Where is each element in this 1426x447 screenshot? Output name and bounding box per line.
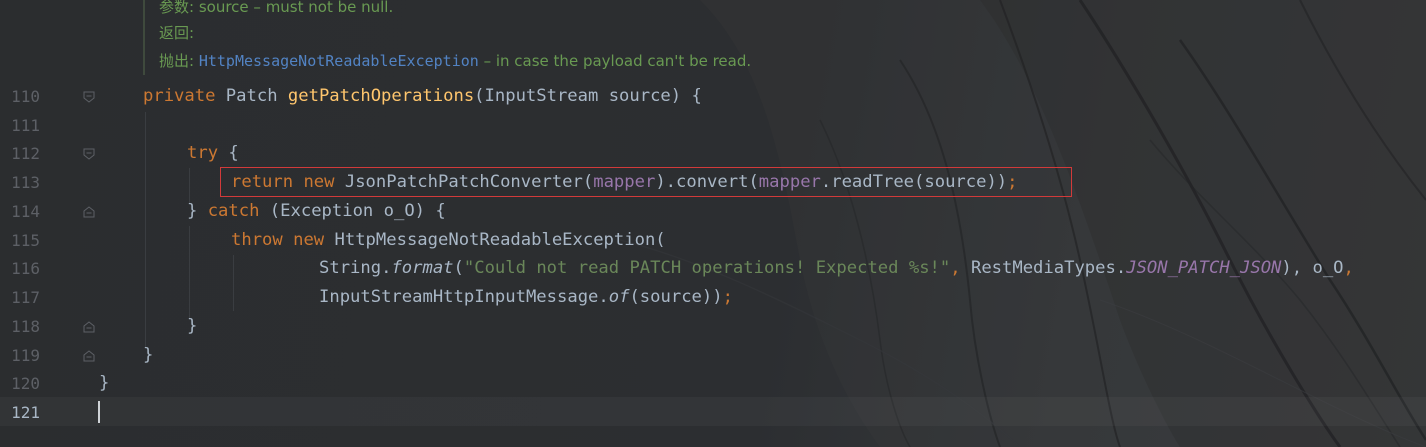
line-number: 111 [11,116,40,135]
catch-clause: (Exception o_O) { [259,201,446,221]
code-line-119[interactable]: } [143,345,153,365]
indent-guide [189,168,190,204]
doc-throws-line: 抛出: HttpMessageNotReadableException – in… [159,52,751,70]
line-number: 119 [11,346,40,365]
method-signature: (InputStream source) { [474,86,702,106]
code-line-120[interactable]: } [99,373,109,393]
line-number-current: 121 [11,403,40,422]
indent-guide [233,255,234,311]
line-number-gutter[interactable]: 110 111 112 113 114 115 116 117 118 119 … [0,0,100,447]
brace: { [218,143,239,163]
text-caret [98,401,100,423]
method-name: getPatchOperations [287,86,475,106]
code-line-115[interactable]: throw new HttpMessageNotReadableExceptio… [231,230,666,250]
line-number: 116 [11,259,40,278]
constant-json-patch: JSON_PATCH_JSON [1126,258,1282,278]
keyword-new: new [293,230,325,250]
variable-o-o: o_O [1312,258,1344,278]
line-number: 114 [11,202,40,221]
fold-close-icon[interactable] [83,350,95,362]
doc-params-line: 参数: source – must not be null. [159,0,393,16]
line-number: 118 [11,317,40,336]
indent-guide [145,112,146,348]
keyword-try: try [187,143,219,163]
keyword-catch: catch [207,201,260,221]
line-number: 113 [11,173,40,192]
class-exception: HttpMessageNotReadableException( [334,230,666,250]
doc-throws-text: – in case the payload can't be read. [483,52,752,70]
doc-returns-label: 返回: [159,24,195,42]
line-number: 115 [11,231,40,250]
comma: , [1343,258,1354,278]
code-editor[interactable]: 110 111 112 113 114 115 116 117 118 119 … [0,0,1426,447]
fold-close-icon[interactable] [83,206,95,218]
code-line-114[interactable]: } catch (Exception o_O) { [187,201,446,221]
call-args: (source)) [629,287,723,307]
indent-guide [189,226,190,320]
code-line-117[interactable]: InputStreamHttpInputMessage.of(source)); [319,287,733,307]
keyword-private: private [143,86,216,106]
line-number: 110 [11,87,40,106]
paren: ), [1281,258,1303,278]
fold-close-icon[interactable] [83,321,95,333]
brace: } [187,201,208,221]
comma: , [950,258,961,278]
line-number: 120 [11,374,40,393]
doc-returns-line: 返回: [159,24,194,42]
highlight-box [220,167,1072,197]
class-restmediatypes: RestMediaTypes. [970,258,1127,278]
doc-params-label: 参数: [159,0,195,16]
code-line-118[interactable]: } [187,316,197,336]
semicolon: ; [722,287,733,307]
type-patch: Patch [225,86,278,106]
doc-throws-link[interactable]: HttpMessageNotReadableException [199,52,479,70]
fold-open-icon[interactable] [83,91,95,103]
line-number: 112 [11,144,40,163]
line-number: 117 [11,288,40,307]
class-string: String. [319,258,392,278]
paren: ( [453,258,464,278]
rendered-javadoc: 参数: source – must not be null. 返回: 抛出: H… [143,0,1426,75]
string-literal: "Could not read PATCH operations! Expect… [463,258,951,278]
doc-throws-label: 抛出: [159,52,195,70]
class-inputstreamhttpinputmessage: InputStreamHttpInputMessage. [319,287,609,307]
doc-params-text: source – must not be null. [198,0,394,16]
code-line-110[interactable]: private Patch getPatchOperations(InputSt… [143,86,702,106]
current-line-highlight [0,397,1426,426]
fold-open-icon[interactable] [83,148,95,160]
method-format: format [391,258,454,278]
method-of: of [608,287,630,307]
keyword-throw: throw [231,230,283,250]
code-line-116[interactable]: String.format("Could not read PATCH oper… [319,258,1354,278]
code-line-112[interactable]: try { [187,143,239,163]
